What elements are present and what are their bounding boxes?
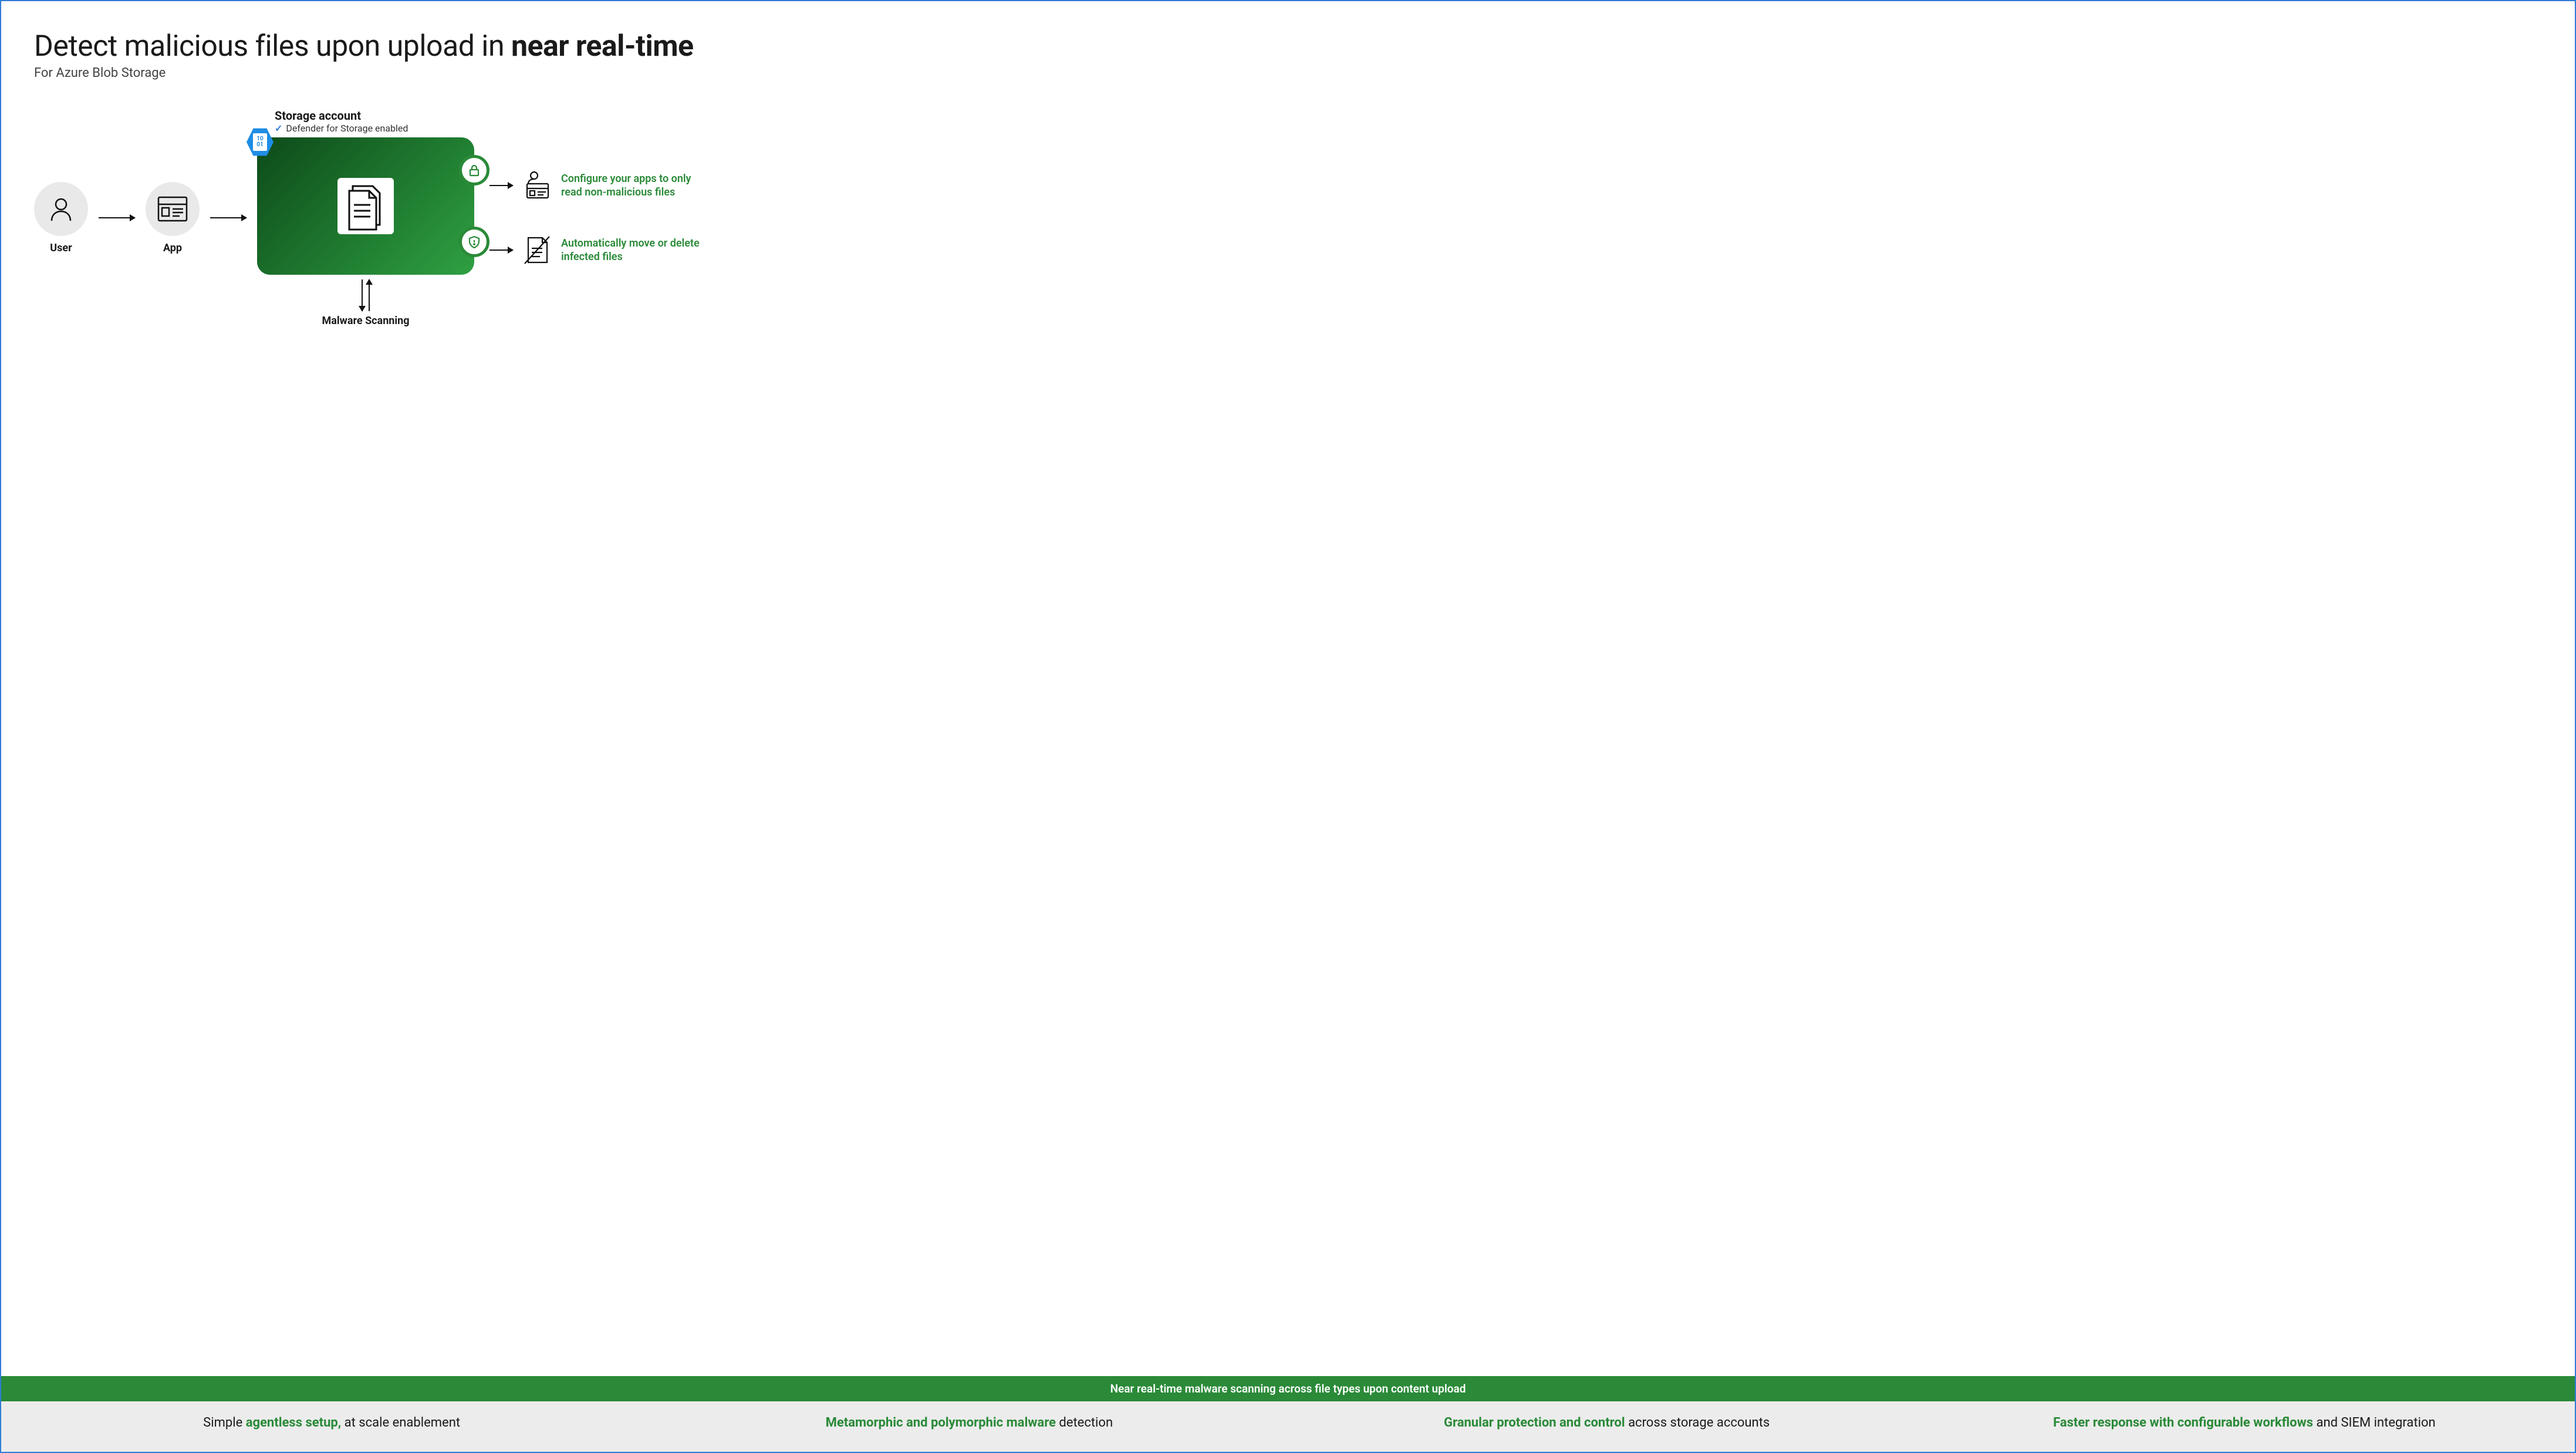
user-icon <box>34 182 88 236</box>
output-text-bottom: Automatically move or delete infected fi… <box>561 237 702 264</box>
feature-row: Simple agentless setup, at scale enablem… <box>1 1401 2575 1452</box>
arrow-up-icon <box>369 279 370 311</box>
defender-label: Defender for Storage enabled <box>286 123 408 134</box>
feature-highlight: agentless setup, <box>246 1415 342 1430</box>
document-icon <box>337 178 394 234</box>
title-bold: near real-time <box>511 29 694 63</box>
user-app-icon <box>521 170 553 201</box>
output-row-top: Configure your apps to only read non-mal… <box>489 170 702 201</box>
feature-highlight: Faster response with configurable workfl… <box>2053 1415 2313 1430</box>
scan-label: Malware Scanning <box>257 315 474 327</box>
defender-status: ✓ Defender for Storage enabled <box>275 123 474 134</box>
feature-2: Metamorphic and polymorphic malware dete… <box>656 1414 1282 1432</box>
arrow-icon <box>489 250 513 251</box>
hex-line2: 01 <box>256 142 263 148</box>
arrow-icon <box>99 217 135 218</box>
output-text-top: Configure your apps to only read non-mal… <box>561 172 702 200</box>
storage-header: Storage account ✓ Defender for Storage e… <box>275 109 474 134</box>
storage-box: 10 01 <box>257 137 474 275</box>
app-label: App <box>163 242 182 254</box>
slide-frame: Detect malicious files upon upload in ne… <box>0 0 2576 1453</box>
feature-4: Faster response with configurable workfl… <box>1932 1414 2557 1432</box>
storage-hex-icon: 10 01 <box>247 127 274 157</box>
arrow-icon <box>489 185 513 186</box>
app-node: App <box>146 182 200 254</box>
feature-text: and SIEM integration <box>2313 1415 2436 1430</box>
feature-text: detection <box>1056 1415 1113 1430</box>
feature-3: Granular protection and control across s… <box>1294 1414 1920 1432</box>
feature-banner: Near real-time malware scanning across f… <box>1 1376 2575 1401</box>
feature-highlight: Granular protection and control <box>1444 1415 1625 1430</box>
shield-icon <box>459 227 489 257</box>
user-label: User <box>50 242 72 254</box>
output-row-bottom: Automatically move or delete infected fi… <box>489 234 702 266</box>
outputs: Configure your apps to only read non-mal… <box>489 170 702 266</box>
arrow-down-icon <box>362 279 363 311</box>
feature-1: Simple agentless setup, at scale enablem… <box>19 1414 644 1432</box>
title-plain: Detect malicious files upon upload in <box>34 29 511 63</box>
page-title: Detect malicious files upon upload in ne… <box>34 29 2542 63</box>
slide-content: Detect malicious files upon upload in ne… <box>1 1 2575 1376</box>
flow-diagram: User App <box>34 109 2542 327</box>
storage-node: Storage account ✓ Defender for Storage e… <box>257 109 474 327</box>
feature-text: at scale enablement <box>341 1415 460 1430</box>
arrow-icon <box>210 217 247 218</box>
feature-highlight: Metamorphic and polymorphic malware <box>826 1415 1056 1430</box>
feature-text: across storage accounts <box>1625 1415 1770 1430</box>
page-subtitle: For Azure Blob Storage <box>34 66 2542 80</box>
user-node: User <box>34 182 88 254</box>
scan-arrows <box>257 279 474 311</box>
feature-text: Simple <box>203 1415 246 1430</box>
lock-icon <box>459 155 489 186</box>
check-icon: ✓ <box>275 123 282 134</box>
storage-title: Storage account <box>275 109 474 123</box>
app-icon <box>146 182 200 236</box>
delete-file-icon <box>521 234 553 266</box>
